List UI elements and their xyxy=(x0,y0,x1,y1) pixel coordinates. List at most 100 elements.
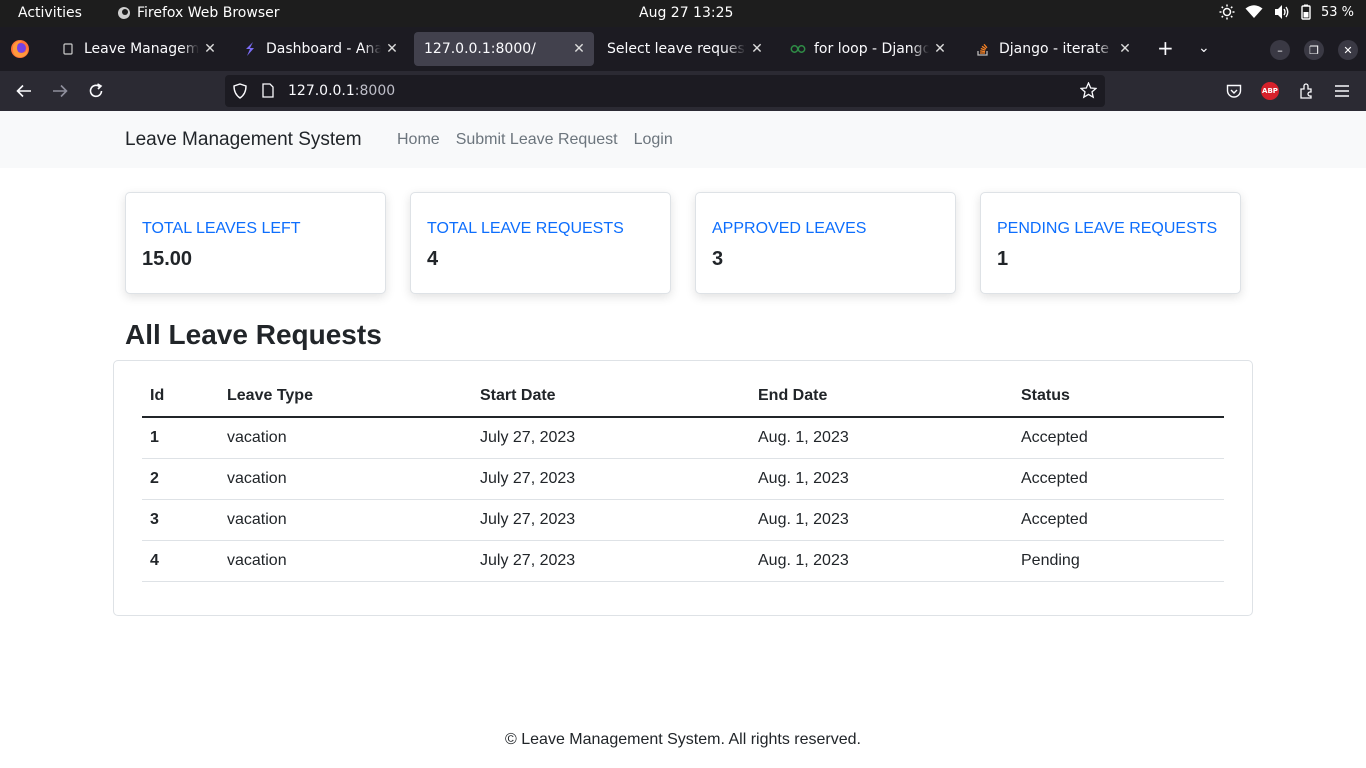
cell-status: Pending xyxy=(1013,540,1224,582)
system-tray[interactable]: 53 % xyxy=(1219,4,1354,20)
brightness-icon xyxy=(1219,4,1235,20)
nav-submit-leave-link[interactable]: Submit Leave Request xyxy=(456,131,618,149)
battery-icon xyxy=(1301,4,1311,20)
close-tab-icon[interactable]: ✕ xyxy=(203,41,217,57)
close-tab-icon[interactable]: ✕ xyxy=(385,41,399,57)
leave-requests-card: Id Leave Type Start Date End Date Status… xyxy=(113,360,1253,616)
cell-start-date: July 27, 2023 xyxy=(472,417,750,459)
app-menu[interactable]: Firefox Web Browser xyxy=(117,5,280,21)
volume-icon xyxy=(1274,5,1289,19)
site-brand[interactable]: Leave Management System xyxy=(125,129,362,151)
tab-leave-management[interactable]: Leave Management ✕ xyxy=(50,32,225,66)
nav-login-link[interactable]: Login xyxy=(634,131,673,149)
app-name: Firefox Web Browser xyxy=(137,5,280,21)
tab-title: 127.0.0.1:8000/ xyxy=(424,41,536,57)
back-arrow-icon[interactable] xyxy=(14,81,34,101)
stat-label: PENDING LEAVE REQUESTS xyxy=(997,220,1218,237)
minimize-icon[interactable]: – xyxy=(1270,40,1290,60)
tab-title: Django - iterate nu xyxy=(999,41,1114,57)
activities-button[interactable]: Activities xyxy=(18,5,82,21)
table-header-row: Id Leave Type Start Date End Date Status xyxy=(142,376,1224,418)
pocket-icon[interactable] xyxy=(1224,81,1244,101)
stat-value: 3 xyxy=(712,248,724,270)
cell-leave-type: vacation xyxy=(219,458,472,500)
stat-label: TOTAL LEAVES LEFT xyxy=(142,220,301,237)
tab-localhost[interactable]: 127.0.0.1:8000/ ✕ xyxy=(414,32,594,66)
tab-django-iterate[interactable]: Django - iterate nu ✕ xyxy=(965,32,1140,66)
cell-leave-type: vacation xyxy=(219,499,472,541)
table-row: 4 vacation July 27, 2023 Aug. 1, 2023 Pe… xyxy=(142,540,1224,582)
cell-start-date: July 27, 2023 xyxy=(472,458,750,500)
wifi-icon xyxy=(1245,5,1263,18)
tab-select-leave-request[interactable]: Select leave request to ✕ xyxy=(597,32,772,66)
page-icon xyxy=(60,41,76,57)
tab-for-loop[interactable]: for loop - Django Te ✕ xyxy=(780,32,955,66)
tab-strip: Leave Management ✕ Dashboard - Analyt ✕ … xyxy=(0,27,1366,71)
stat-label: APPROVED LEAVES xyxy=(712,220,867,237)
list-tabs-chevron-down-icon[interactable]: ⌄ xyxy=(1198,38,1210,58)
url-host: 127.0.0.1 xyxy=(288,83,355,99)
cell-end-date: Aug. 1, 2023 xyxy=(750,499,1013,541)
cell-leave-type: vacation xyxy=(219,540,472,582)
column-header-status: Status xyxy=(1013,376,1224,418)
close-tab-icon[interactable]: ✕ xyxy=(933,41,947,57)
cell-start-date: July 27, 2023 xyxy=(472,499,750,541)
stat-card-pending: PENDING LEAVE REQUESTS 1 xyxy=(980,192,1241,294)
cell-status: Accepted xyxy=(1013,417,1224,459)
site-navbar: Leave Management System Home Submit Leav… xyxy=(0,111,1366,168)
analytics-icon xyxy=(242,41,258,57)
leave-requests-table: Id Leave Type Start Date End Date Status… xyxy=(142,376,1224,582)
column-header-leave-type: Leave Type xyxy=(219,376,472,418)
tab-title: Leave Management xyxy=(84,41,199,57)
cell-end-date: Aug. 1, 2023 xyxy=(750,540,1013,582)
tab-title: for loop - Django Te xyxy=(814,41,929,57)
cell-start-date: July 27, 2023 xyxy=(472,540,750,582)
cell-leave-type: vacation xyxy=(219,417,472,459)
system-top-bar: Activities Firefox Web Browser Aug 27 13… xyxy=(0,0,1366,27)
clock[interactable]: Aug 27 13:25 xyxy=(639,5,733,21)
stat-value: 15.00 xyxy=(142,248,193,270)
tab-dashboard[interactable]: Dashboard - Analyt ✕ xyxy=(232,32,407,66)
section-title: All Leave Requests xyxy=(125,319,382,350)
stackoverflow-icon xyxy=(975,41,991,57)
reload-icon[interactable] xyxy=(86,81,106,101)
table-row: 1 vacation July 27, 2023 Aug. 1, 2023 Ac… xyxy=(142,417,1224,459)
close-tab-icon[interactable]: ✕ xyxy=(750,41,764,57)
firefox-menu-icon[interactable] xyxy=(10,39,30,59)
bookmark-star-icon[interactable] xyxy=(1079,81,1098,103)
close-window-icon[interactable]: ✕ xyxy=(1338,40,1358,60)
tab-title: Dashboard - Analyt xyxy=(266,41,381,57)
site-nav-links: Home Submit Leave Request Login xyxy=(397,131,673,149)
table-row: 2 vacation July 27, 2023 Aug. 1, 2023 Ac… xyxy=(142,458,1224,500)
cell-status: Accepted xyxy=(1013,499,1224,541)
app-menu-hamburger-icon[interactable] xyxy=(1332,81,1352,101)
battery-percent: 53 % xyxy=(1320,4,1354,20)
extensions-icon[interactable] xyxy=(1297,81,1317,101)
nav-home-link[interactable]: Home xyxy=(397,131,440,149)
url-text[interactable]: 127.0.0.1:8000 xyxy=(288,83,395,99)
page-info-icon[interactable] xyxy=(262,83,274,102)
cell-id: 3 xyxy=(142,499,219,541)
page-footer: © Leave Management System. All rights re… xyxy=(505,731,861,748)
web-page: Leave Management System Home Submit Leav… xyxy=(0,111,1366,768)
new-tab-icon[interactable]: + xyxy=(1157,38,1174,58)
adblock-plus-icon[interactable]: ABP xyxy=(1261,82,1279,100)
cell-status: Accepted xyxy=(1013,458,1224,500)
url-port: :8000 xyxy=(354,83,396,99)
close-tab-icon[interactable]: ✕ xyxy=(1118,41,1132,57)
address-bar[interactable]: 127.0.0.1:8000 xyxy=(225,75,1105,107)
cell-id: 1 xyxy=(142,417,219,459)
restore-icon[interactable]: ❐ xyxy=(1304,40,1324,60)
navigation-toolbar: 127.0.0.1:8000 xyxy=(0,71,1366,111)
tab-title: Select leave request to xyxy=(607,41,746,57)
stat-card-total-requests: TOTAL LEAVE REQUESTS 4 xyxy=(410,192,671,294)
table-row: 3 vacation July 27, 2023 Aug. 1, 2023 Ac… xyxy=(142,499,1224,541)
column-header-id: Id xyxy=(142,376,219,418)
column-header-start-date: Start Date xyxy=(472,376,750,418)
stat-value: 1 xyxy=(997,248,1009,270)
cell-id: 2 xyxy=(142,458,219,500)
close-tab-icon[interactable]: ✕ xyxy=(572,41,586,57)
cell-end-date: Aug. 1, 2023 xyxy=(750,417,1013,459)
shield-icon[interactable] xyxy=(233,83,247,103)
firefox-app-icon xyxy=(118,7,130,19)
